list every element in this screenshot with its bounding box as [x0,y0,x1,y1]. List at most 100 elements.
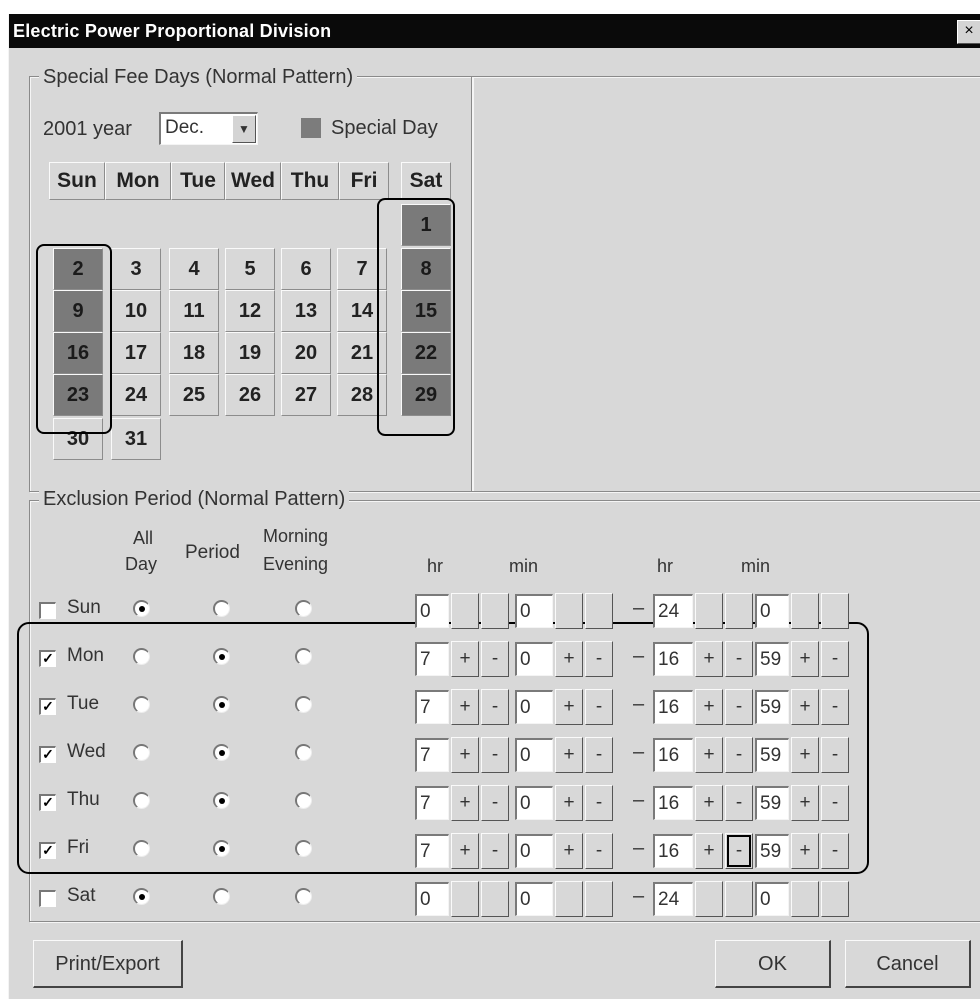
calendar-day[interactable]: 29 [401,374,451,416]
calendar-day[interactable]: 5 [225,248,275,290]
start-hour-field-sun[interactable]: 0 [415,594,449,628]
start-minute-increment-fri[interactable]: + [555,833,583,869]
calendar-day[interactable]: 31 [111,418,161,460]
end-hour-increment-tue[interactable]: + [695,689,723,725]
calendar-day[interactable]: 13 [281,290,331,332]
start-minute-field-sun[interactable]: 0 [515,594,553,628]
start-minute-field-thu[interactable]: 0 [515,786,553,820]
radio-allday-mon[interactable] [133,648,150,665]
start-hour-increment-wed[interactable]: + [451,737,479,773]
calendar-day[interactable]: 10 [111,290,161,332]
calendar-day[interactable]: 7 [337,248,387,290]
calendar-day[interactable]: 25 [169,374,219,416]
end-minute-decrement-fri[interactable]: - [821,833,849,869]
ok-button[interactable]: OK [715,940,831,988]
checkbox-sun[interactable] [39,602,56,619]
start-minute-field-wed[interactable]: 0 [515,738,553,772]
end-hour-field-thu[interactable]: 16 [653,786,693,820]
start-minute-decrement-mon[interactable]: - [585,641,613,677]
end-minute-field-sun[interactable]: 0 [755,594,789,628]
end-hour-field-sat[interactable]: 24 [653,882,693,916]
start-minute-increment-tue[interactable]: + [555,689,583,725]
start-minute-increment-thu[interactable]: + [555,785,583,821]
end-minute-decrement-sat[interactable] [821,881,849,917]
start-minute-decrement-sat[interactable] [585,881,613,917]
calendar-day[interactable]: 16 [53,332,103,374]
end-minute-field-mon[interactable]: 59 [755,642,789,676]
end-minute-field-tue[interactable]: 59 [755,690,789,724]
radio-period-fri[interactable] [213,840,230,857]
start-hour-decrement-sat[interactable] [481,881,509,917]
end-minute-decrement-thu[interactable]: - [821,785,849,821]
end-minute-increment-wed[interactable]: + [791,737,819,773]
checkbox-tue[interactable]: ✓ [39,698,56,715]
print-export-button[interactable]: Print/Export [33,940,183,988]
radio-allday-sat[interactable] [133,888,150,905]
calendar-day[interactable]: 23 [53,374,103,416]
calendar-day[interactable]: 28 [337,374,387,416]
start-hour-decrement-sun[interactable] [481,593,509,629]
calendar-day[interactable]: 21 [337,332,387,374]
calendar-day[interactable]: 26 [225,374,275,416]
start-minute-increment-wed[interactable]: + [555,737,583,773]
radio-allday-tue[interactable] [133,696,150,713]
checkbox-fri[interactable]: ✓ [39,842,56,859]
start-minute-decrement-tue[interactable]: - [585,689,613,725]
end-hour-decrement-mon[interactable]: - [725,641,753,677]
end-minute-decrement-mon[interactable]: - [821,641,849,677]
calendar-day[interactable]: 30 [53,418,103,460]
start-hour-decrement-fri[interactable]: - [481,833,509,869]
start-hour-field-sat[interactable]: 0 [415,882,449,916]
end-hour-decrement-wed[interactable]: - [725,737,753,773]
calendar-day[interactable]: 20 [281,332,331,374]
radio-morning-wed[interactable] [295,744,312,761]
start-minute-increment-mon[interactable]: + [555,641,583,677]
end-hour-field-sun[interactable]: 24 [653,594,693,628]
start-minute-decrement-thu[interactable]: - [585,785,613,821]
end-hour-increment-sat[interactable] [695,881,723,917]
start-minute-field-sat[interactable]: 0 [515,882,553,916]
start-hour-decrement-wed[interactable]: - [481,737,509,773]
calendar-day[interactable]: 3 [111,248,161,290]
end-minute-increment-fri[interactable]: + [791,833,819,869]
start-minute-field-mon[interactable]: 0 [515,642,553,676]
calendar-day[interactable]: 18 [169,332,219,374]
radio-period-wed[interactable] [213,744,230,761]
radio-morning-tue[interactable] [295,696,312,713]
calendar-day[interactable]: 2 [53,248,103,290]
chevron-down-icon[interactable]: ▼ [232,115,256,143]
end-minute-field-wed[interactable]: 59 [755,738,789,772]
calendar-day[interactable]: 1 [401,204,451,246]
radio-allday-thu[interactable] [133,792,150,809]
radio-morning-thu[interactable] [295,792,312,809]
radio-period-thu[interactable] [213,792,230,809]
end-hour-decrement-sun[interactable] [725,593,753,629]
radio-morning-mon[interactable] [295,648,312,665]
calendar-day[interactable]: 24 [111,374,161,416]
end-hour-increment-thu[interactable]: + [695,785,723,821]
calendar-day[interactable]: 15 [401,290,451,332]
checkbox-sat[interactable] [39,890,56,907]
start-minute-increment-sat[interactable] [555,881,583,917]
radio-allday-wed[interactable] [133,744,150,761]
start-minute-increment-sun[interactable] [555,593,583,629]
calendar-day[interactable]: 12 [225,290,275,332]
start-hour-field-wed[interactable]: 7 [415,738,449,772]
calendar-day[interactable]: 11 [169,290,219,332]
calendar-day[interactable]: 6 [281,248,331,290]
month-select[interactable]: Dec. ▼ [159,112,258,145]
start-hour-decrement-thu[interactable]: - [481,785,509,821]
radio-morning-sat[interactable] [295,888,312,905]
start-hour-decrement-mon[interactable]: - [481,641,509,677]
calendar-day[interactable]: 8 [401,248,451,290]
calendar-day[interactable]: 4 [169,248,219,290]
end-hour-field-fri[interactable]: 16 [653,834,693,868]
end-hour-field-wed[interactable]: 16 [653,738,693,772]
radio-allday-fri[interactable] [133,840,150,857]
title-bar[interactable]: Electric Power Proportional Division × [9,14,980,48]
close-button[interactable]: × [957,20,980,44]
calendar-day[interactable]: 19 [225,332,275,374]
checkbox-wed[interactable]: ✓ [39,746,56,763]
radio-period-sun[interactable] [213,600,230,617]
end-minute-field-thu[interactable]: 59 [755,786,789,820]
